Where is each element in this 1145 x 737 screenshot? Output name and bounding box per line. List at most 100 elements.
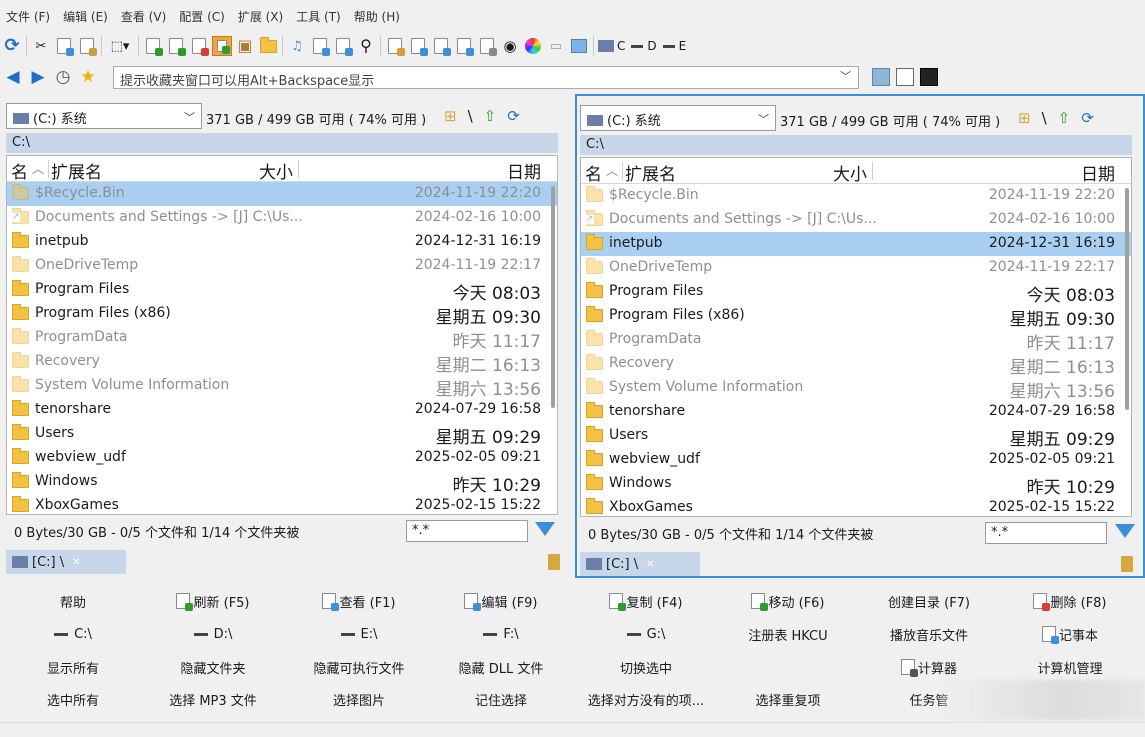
file-row[interactable]: webview_udf 2025-02-05 09:21 <box>7 446 557 470</box>
box-icon[interactable]: ▣ <box>235 36 255 56</box>
column-divider[interactable] <box>872 162 873 180</box>
refresh-icon[interactable]: ⟳ <box>2 36 22 56</box>
command-button[interactable]: E:\ <box>289 621 429 647</box>
file-row[interactable]: System Volume Information 星期六 13:56 <box>7 374 557 400</box>
close-icon[interactable]: ✕ <box>72 557 80 568</box>
file-row[interactable]: tenorshare 2024-07-29 16:58 <box>581 400 1131 424</box>
color-wheel-icon[interactable] <box>523 36 543 56</box>
book-icon[interactable] <box>872 68 890 86</box>
file-row[interactable]: webview_udf 2025-02-05 09:21 <box>581 448 1131 472</box>
file-row[interactable]: OneDriveTemp 2024-11-19 22:17 <box>7 254 557 278</box>
refresh-icon[interactable]: ⟳ <box>1081 109 1094 127</box>
file-row[interactable]: Windows 昨天 10:29 <box>581 472 1131 498</box>
filter-input[interactable]: *.* <box>985 522 1107 544</box>
file-row[interactable]: Program Files (x86) 星期五 09:30 <box>581 304 1131 330</box>
column-divider[interactable] <box>622 162 623 180</box>
menu-tools[interactable]: 工具 (T) <box>296 8 341 25</box>
refresh-icon[interactable]: ⟳ <box>507 107 520 125</box>
column-ext[interactable]: 扩展名 <box>51 158 102 183</box>
file-row[interactable]: Users 星期五 09:29 <box>581 424 1131 450</box>
command-button[interactable]: 记住选择 <box>431 686 571 712</box>
filter-input[interactable]: *.* <box>406 520 528 542</box>
file-row[interactable]: Users 星期五 09:29 <box>7 422 557 448</box>
drive-select[interactable]: (C:) 系统 ﹀ <box>580 105 776 131</box>
command-button[interactable]: 选择 MP3 文件 <box>143 686 283 712</box>
view-file-icon[interactable] <box>310 36 330 56</box>
file-row[interactable]: inetpub 2024-12-31 16:19 <box>7 230 557 254</box>
pack-icon[interactable] <box>212 36 232 56</box>
scrollbar[interactable] <box>551 186 555 408</box>
command-button[interactable]: 隐藏文件夹 <box>143 654 283 680</box>
column-ext[interactable]: 扩展名 <box>625 160 676 185</box>
clipboard-icon[interactable] <box>477 36 497 56</box>
command-button[interactable]: 刷新 (F5) <box>143 588 283 614</box>
menu-extend[interactable]: 扩展 (X) <box>238 8 283 25</box>
command-button[interactable]: 显示所有 <box>3 654 143 680</box>
menu-file[interactable]: 文件 (F) <box>6 8 50 25</box>
scrollbar[interactable] <box>1125 188 1129 410</box>
compare-icon[interactable] <box>385 36 405 56</box>
console-icon[interactable] <box>920 68 938 86</box>
command-button[interactable]: 隐藏 DLL 文件 <box>431 654 571 680</box>
command-button[interactable]: 隐藏可执行文件 <box>289 654 429 680</box>
copy-clipboard-icon[interactable] <box>54 36 74 56</box>
file-row[interactable]: Program Files 今天 08:03 <box>581 280 1131 306</box>
column-name[interactable]: 名 <box>585 160 602 185</box>
doc-a-icon[interactable] <box>408 36 428 56</box>
search-icon[interactable]: ⚲ <box>356 36 376 56</box>
column-size[interactable]: 大小 <box>259 158 293 183</box>
command-button[interactable]: 帮助 <box>3 588 143 614</box>
close-icon[interactable]: ✕ <box>646 559 654 570</box>
file-row[interactable]: $Recycle.Bin 2024-11-19 22:20 <box>7 182 557 206</box>
window-icon[interactable] <box>569 36 589 56</box>
favorites-star-icon[interactable]: ★ <box>78 67 98 87</box>
command-button[interactable]: 计算机管理 <box>1000 654 1140 680</box>
file-row[interactable]: tenorshare 2024-07-29 16:58 <box>7 398 557 422</box>
drive-select[interactable]: (C:) 系统 ﹀ <box>6 103 202 129</box>
file-red-icon[interactable] <box>189 36 209 56</box>
file-row[interactable]: OneDriveTemp 2024-11-19 22:17 <box>581 256 1131 280</box>
file-list[interactable]: 名 ︿ 扩展名 大小 日期 $Recycle.Bin 2024-11-19 22:… <box>6 155 558 515</box>
file-row[interactable]: XboxGames 2025-02-15 15:22 <box>581 496 1131 516</box>
menu-help[interactable]: 帮助 (H) <box>354 8 400 25</box>
command-button[interactable]: 记事本 <box>1000 621 1140 647</box>
file-row[interactable]: $Recycle.Bin 2024-11-19 22:20 <box>581 184 1131 208</box>
filter-funnel-icon[interactable] <box>1115 524 1135 538</box>
filter-funnel-icon[interactable] <box>535 522 555 536</box>
file-row[interactable]: Documents and Settings -> [J] C:\Us... 20… <box>581 208 1131 232</box>
chat-icon[interactable]: ▭ <box>546 36 566 56</box>
cut-icon[interactable]: ✂ <box>31 36 51 56</box>
file-row[interactable]: Documents and Settings -> [J] C:\Us... 20… <box>7 206 557 230</box>
drive-button-c[interactable]: C <box>598 39 625 53</box>
command-button[interactable]: C:\ <box>3 621 143 647</box>
file-row[interactable]: XboxGames 2025-02-15 15:22 <box>7 494 557 514</box>
command-button[interactable]: 编辑 (F9) <box>431 588 571 614</box>
column-date[interactable]: 日期 <box>1081 160 1115 185</box>
music-icon[interactable]: ♫ <box>287 36 307 56</box>
forward-arrow-icon[interactable]: ▶ <box>28 67 48 87</box>
drive-button-e[interactable]: E <box>662 39 686 53</box>
file-list[interactable]: 名 ︿ 扩展名 大小 日期 $Recycle.Bin 2024-11-19 22:… <box>580 157 1132 517</box>
command-button[interactable]: 计算器 <box>859 654 999 680</box>
command-button[interactable]: G:\ <box>576 621 716 647</box>
list-icon[interactable] <box>896 68 914 86</box>
bookmark-icon[interactable] <box>548 554 560 570</box>
eye-icon[interactable]: ◉ <box>500 36 520 56</box>
drive-button-d[interactable]: D <box>631 39 657 53</box>
file-row[interactable]: System Volume Information 星期六 13:56 <box>581 376 1131 402</box>
column-name[interactable]: 名 <box>11 158 28 183</box>
command-button[interactable]: 选择对方没有的项... <box>576 686 716 712</box>
column-size[interactable]: 大小 <box>833 160 867 185</box>
column-divider[interactable] <box>298 160 299 178</box>
command-button[interactable]: F:\ <box>431 621 571 647</box>
file-row[interactable]: ProgramData 昨天 11:17 <box>7 326 557 352</box>
edit-file-icon[interactable] <box>333 36 353 56</box>
back-arrow-icon[interactable]: ◀ <box>3 67 23 87</box>
command-button[interactable]: 选择图片 <box>289 686 429 712</box>
menu-edit[interactable]: 编辑 (E) <box>63 8 108 25</box>
up-folder-icon[interactable]: ⇧ <box>1058 109 1071 127</box>
folder-sync-icon[interactable] <box>258 36 278 56</box>
path-bar[interactable]: C:\ <box>6 133 558 153</box>
tab-drive-c[interactable]: [C:] \ ✕ <box>6 550 126 574</box>
command-button[interactable]: 选中所有 <box>3 686 143 712</box>
